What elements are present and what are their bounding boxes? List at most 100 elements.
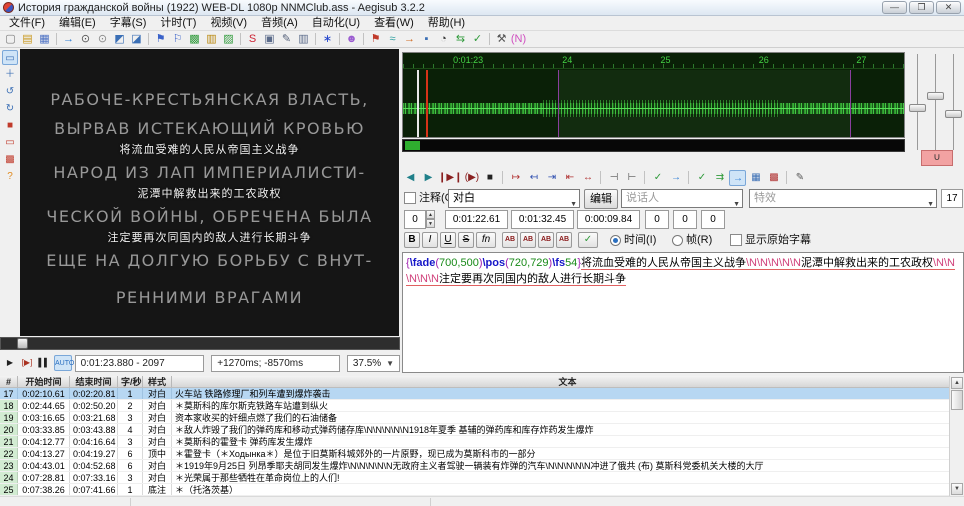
automation-icon[interactable]: ∗ xyxy=(319,32,336,47)
style-dropdown[interactable]: 对白 ▼ xyxy=(448,189,580,208)
play-first-500ms-button[interactable]: ⇥ xyxy=(543,170,560,186)
color-scheme-button[interactable]: ▩ xyxy=(765,170,782,186)
snap-start-to-video-icon[interactable]: ⚑ xyxy=(152,32,169,47)
link-sliders-button[interactable]: ∪ xyxy=(921,150,953,166)
audio-scrollbar[interactable] xyxy=(402,139,905,152)
subtitle-start-marker[interactable] xyxy=(558,70,559,137)
attachments-icon[interactable]: ✎ xyxy=(278,32,295,47)
layer-spinner[interactable]: ▲▼ xyxy=(426,210,435,229)
scroll-up-icon[interactable]: ▲ xyxy=(951,377,963,389)
rotate-z-mode-icon[interactable]: ↺ xyxy=(2,84,18,99)
select-visible-lines-icon[interactable]: ▨ xyxy=(220,32,237,47)
drag-mode-icon[interactable]: ＋ xyxy=(2,67,18,82)
audio-display[interactable]: 0:01:2324252627 xyxy=(402,52,905,138)
video-pause-button[interactable]: ▌▌ xyxy=(37,355,51,371)
play-500ms-after-button[interactable]: ↤ xyxy=(525,170,542,186)
subtitle-row-25[interactable]: 250:07:38.260:07:41.661底注＊（托洛茨基） xyxy=(0,484,964,496)
subtitle-edit-text[interactable]: {\fade(700,500)\pos(720,729)\fs54}将流血受难的… xyxy=(402,252,964,373)
menu-计时(T)[interactable]: 计时(T) xyxy=(153,16,203,30)
clip-mode-icon[interactable]: ▭ xyxy=(2,135,18,150)
layer-field[interactable]: 0 xyxy=(404,210,426,229)
styles-manager-icon[interactable]: S xyxy=(244,32,261,47)
edit-style-button[interactable]: 编辑 xyxy=(584,189,618,209)
video-play-button[interactable]: ▶ xyxy=(3,355,17,371)
audio-play-cursor[interactable] xyxy=(426,70,428,137)
subtitle-row-17[interactable]: 170:02:10.610:02:20.811对白火车站 铁路修理厂和列车遭到爆… xyxy=(0,388,964,400)
play-to-end-button[interactable]: ↔ xyxy=(579,170,596,186)
actor-combobox[interactable]: 说话人 ▼ xyxy=(621,189,743,208)
margin-left-field[interactable]: 0 xyxy=(645,210,669,229)
play-before-selection-button[interactable]: ◀ xyxy=(402,170,419,186)
translation-assistant-icon[interactable]: ⚑ xyxy=(367,32,384,47)
video-zoom-select[interactable]: 37.5% ▼ xyxy=(347,355,400,372)
font-button[interactable]: fn xyxy=(476,232,496,248)
new-subtitles-icon[interactable]: ▢ xyxy=(2,32,19,47)
audio-scrollbar-thumb[interactable] xyxy=(405,141,420,150)
recombine-lines-icon[interactable]: ⇆ xyxy=(452,32,469,47)
options-icon[interactable]: ⚒ xyxy=(493,32,510,47)
margin-right-field[interactable]: 0 xyxy=(673,210,697,229)
menu-字幕(S)[interactable]: 字幕(S) xyxy=(103,16,154,30)
menu-编辑(E)[interactable]: 编辑(E) xyxy=(52,16,103,30)
kanji-timer-icon[interactable]: → xyxy=(401,32,418,47)
spell-checker-icon[interactable]: ✓ xyxy=(469,32,486,47)
underline-button[interactable]: U xyxy=(440,232,456,248)
play-500ms-before-button[interactable]: ↦ xyxy=(507,170,524,186)
time-mode-radio[interactable] xyxy=(610,235,621,246)
resample-resolution-icon[interactable]: ≈ xyxy=(384,32,401,47)
lead-in-button[interactable]: ⊣ xyxy=(605,170,622,186)
subtitle-row-20[interactable]: 200:03:33.850:03:43.884对白＊敌人炸毁了我们的弹药库和移动… xyxy=(0,424,964,436)
rotate-xy-mode-icon[interactable]: ↻ xyxy=(2,101,18,116)
menu-音频(A)[interactable]: 音频(A) xyxy=(254,16,305,30)
menu-帮助(H)[interactable]: 帮助(H) xyxy=(421,16,472,30)
effect-combobox[interactable]: 特效 ▼ xyxy=(749,189,937,208)
menu-查看(W)[interactable]: 查看(W) xyxy=(367,16,421,30)
shadow-color-button[interactable]: AB xyxy=(556,232,572,248)
shift-times-icon[interactable]: ◔ xyxy=(435,32,452,47)
play-line-button[interactable]: (▶) xyxy=(463,170,480,186)
subtitle-row-23[interactable]: 230:04:43.010:04:52.686对白＊1919年9月25日 列昂季… xyxy=(0,460,964,472)
volume-slider-handle[interactable] xyxy=(945,110,962,118)
snap-end-to-video-icon[interactable]: ⚐ xyxy=(169,32,186,47)
standard-mode-icon[interactable]: ▭ xyxy=(2,50,18,65)
subtitle-row-22[interactable]: 220:04:13.270:04:19.276顶中＊霍登卡（＊Ходынка＊）… xyxy=(0,448,964,460)
commit-button[interactable]: ✓ xyxy=(578,232,598,248)
audio-start-marker[interactable] xyxy=(417,70,419,137)
grid-scrollbar-thumb[interactable] xyxy=(951,390,963,410)
duration-field[interactable]: 0:00:09.84 xyxy=(577,210,640,229)
play-last-500ms-button[interactable]: ⇤ xyxy=(561,170,578,186)
scroll-down-icon[interactable]: ▼ xyxy=(951,483,963,495)
vertical-zoom-slider-handle[interactable] xyxy=(927,92,944,100)
start-time-field[interactable]: 0:01:22.61 xyxy=(445,210,508,229)
menu-视频(V)[interactable]: 视频(V) xyxy=(203,16,254,30)
audio-wave-area[interactable] xyxy=(403,70,904,137)
subtitle-row-18[interactable]: 180:02:44.650:02:50.202对白＊莫斯科的库尔斯克铁路车站遭到… xyxy=(0,400,964,412)
close-button[interactable]: ✕ xyxy=(936,1,961,14)
help-icon[interactable]: ? xyxy=(2,169,18,184)
commit-button[interactable]: ✓ xyxy=(649,170,666,186)
frame-mode-radio[interactable] xyxy=(672,235,683,246)
video-jump-end-icon[interactable]: ◪ xyxy=(128,32,145,47)
find-next-icon[interactable]: ⊙ xyxy=(94,32,111,47)
show-original-checkbox[interactable] xyxy=(730,234,742,246)
toggle-grid-icon[interactable]: ▪ xyxy=(418,32,435,47)
maximize-button[interactable]: ❐ xyxy=(909,1,934,14)
open-subtitles-icon[interactable]: ▤ xyxy=(19,32,36,47)
bold-button[interactable]: B xyxy=(404,232,420,248)
lead-out-button[interactable]: ⊢ xyxy=(623,170,640,186)
outline-color-button[interactable]: AB xyxy=(538,232,554,248)
video-play-line-button[interactable]: [▶] xyxy=(20,355,34,371)
primary-color-button[interactable]: AB xyxy=(502,232,518,248)
styling-assistant-icon[interactable]: ☻ xyxy=(343,32,360,47)
grid-scrollbar[interactable]: ▲ ▼ xyxy=(949,376,964,496)
spectrum-mode-button[interactable]: ▦ xyxy=(747,170,764,186)
tag-hiding-mode-icon[interactable]: (N) xyxy=(510,32,527,47)
subtitle-end-marker[interactable] xyxy=(850,70,851,137)
fonts-collector-icon[interactable]: ▥ xyxy=(295,32,312,47)
strikeout-button[interactable]: S xyxy=(458,232,474,248)
save-subtitles-icon[interactable]: ▦ xyxy=(36,32,53,47)
margin-vertical-field[interactable]: 0 xyxy=(701,210,725,229)
auto-scroll-button[interactable]: → xyxy=(729,170,746,186)
secondary-color-button[interactable]: AB xyxy=(520,232,536,248)
subtitle-row-21[interactable]: 210:04:12.770:04:16.643对白＊莫斯科的霍登卡 弹药库发生爆… xyxy=(0,436,964,448)
